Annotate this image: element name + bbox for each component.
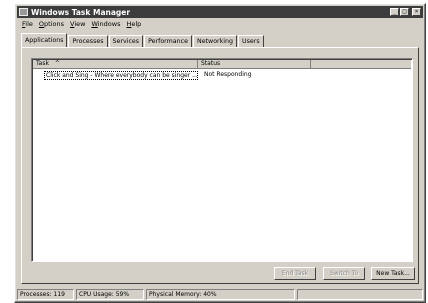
menu-help[interactable]: Help — [123, 19, 144, 29]
new-task-button[interactable]: New Task... — [371, 267, 415, 280]
table-row[interactable]: Click and Sing - Where everybody can be … — [44, 71, 252, 80]
maximize-button[interactable]: □ — [400, 8, 409, 16]
status-processes: Processes: 119 — [17, 289, 74, 300]
minimize-button[interactable]: _ — [390, 8, 399, 16]
sort-arrow-icon: ^ — [54, 60, 60, 67]
tab-processes[interactable]: Processes — [68, 35, 108, 47]
end-task-button[interactable]: End Task — [274, 267, 316, 280]
applications-panel: Task ^ Status Click and Sing - Where eve… — [21, 47, 419, 284]
title-bar[interactable]: Windows Task Manager _ □ × — [17, 6, 423, 18]
menu-windows[interactable]: Windows — [88, 19, 123, 29]
column-header-status[interactable]: Status — [198, 60, 311, 69]
window-title: Windows Task Manager — [31, 7, 131, 17]
column-header-filler — [311, 60, 411, 69]
task-list[interactable]: Task ^ Status Click and Sing - Where eve… — [31, 58, 413, 262]
menu-file[interactable]: File — [19, 19, 36, 29]
status-empty-pane — [297, 289, 423, 300]
close-button[interactable]: × — [412, 8, 421, 16]
task-name-cell[interactable]: Click and Sing - Where everybody can be … — [44, 71, 198, 80]
column-header-task[interactable]: Task ^ — [33, 60, 198, 69]
menu-bar: File Options View Windows Help — [19, 19, 144, 29]
tab-applications[interactable]: Applications — [21, 33, 68, 47]
tab-services[interactable]: Services — [108, 35, 144, 47]
list-header: Task ^ Status — [33, 60, 411, 69]
switch-to-button[interactable]: Switch To — [323, 267, 365, 280]
status-cpu-usage: CPU Usage: 59% — [76, 289, 144, 300]
status-bar: Processes: 119 CPU Usage: 59% Physical M… — [17, 289, 423, 300]
menu-view[interactable]: View — [67, 19, 88, 29]
column-task-label: Task — [36, 60, 49, 67]
status-physical-memory: Physical Memory: 40% — [146, 289, 295, 300]
task-manager-window: Windows Task Manager _ □ × File Options … — [14, 3, 426, 303]
app-icon — [19, 8, 28, 16]
tab-networking[interactable]: Networking — [192, 35, 238, 47]
task-status-cell: Not Responding — [204, 71, 252, 78]
tab-strip: Applications Processes Services Performa… — [21, 33, 265, 47]
menu-options[interactable]: Options — [36, 19, 67, 29]
tab-users[interactable]: Users — [238, 35, 264, 47]
tab-performance[interactable]: Performance — [144, 35, 192, 47]
